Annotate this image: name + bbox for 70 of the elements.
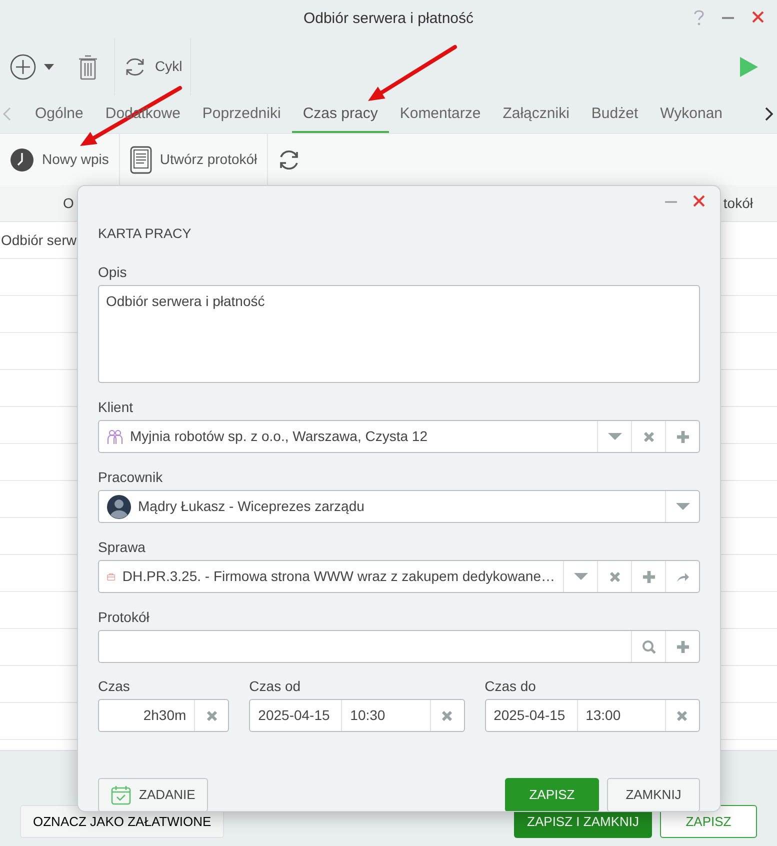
start-datetime-field[interactable]: 2025-04-15 10:30 [249, 699, 465, 732]
clock-icon [10, 148, 34, 172]
field-label: Opis [98, 263, 128, 281]
field-label: Sprawa [98, 538, 146, 556]
scroll-right-icon[interactable] [765, 107, 773, 121]
time-value: 13:00 [586, 706, 621, 725]
description-field[interactable]: Odbiór serwera i płatność [98, 285, 700, 383]
field-value: DH.PR.3.25. - Firmowa strona WWW wraz z zakupem dedykowane… [122, 567, 555, 586]
field-label: Pracownik [98, 468, 164, 486]
field-label: Czas od [249, 677, 302, 695]
trash-icon [78, 54, 98, 80]
field-value: Myjnia robotów sp. z o.o., Warszawa, Czysta 12 [130, 427, 428, 446]
dropdown-caret-icon[interactable] [572, 572, 588, 581]
caret-icon [44, 64, 54, 70]
play-icon [739, 56, 759, 78]
time-value: 10:30 [350, 706, 386, 725]
save-button[interactable]: ZAPISZ [505, 778, 599, 811]
add-icon[interactable] [676, 430, 690, 444]
add-icon[interactable] [642, 570, 656, 584]
cycle-button[interactable]: Cykl [115, 48, 190, 84]
field-label: Czas [98, 677, 131, 695]
run-button[interactable] [739, 56, 759, 78]
column-header: O [63, 194, 74, 212]
refresh-icon [278, 148, 300, 170]
field-label: Czas do [484, 677, 537, 695]
add-icon[interactable] [676, 640, 690, 654]
dropdown-caret-icon[interactable] [674, 502, 690, 511]
clear-icon[interactable] [608, 570, 620, 582]
add-menu-button[interactable] [10, 54, 54, 80]
clear-icon[interactable] [206, 710, 218, 722]
window-title: Odbiór serwera i płatność [303, 8, 474, 29]
field-label: Protokół [98, 608, 150, 626]
help-icon[interactable] [693, 8, 705, 26]
tab[interactable]: Poprzedniki [191, 95, 292, 133]
calendar-check-icon [111, 785, 131, 805]
client-select[interactable]: Myjnia robotów sp. z o.o., Warszawa, Czysta 12 [98, 420, 700, 453]
tab[interactable]: Budżet [580, 95, 650, 133]
field-value: Mądry Łukasz - Wiceprezes zarządu [138, 497, 364, 516]
scroll-left-icon[interactable] [3, 107, 11, 121]
case-select[interactable]: DH.PR.3.25. - Firmowa strona WWW wraz z zakupem dedykowane… [98, 560, 700, 593]
share-arrow-icon[interactable] [676, 570, 690, 582]
add-circle-icon [10, 54, 36, 80]
close-icon[interactable] [751, 10, 765, 24]
duration-field[interactable]: 2h30m [98, 699, 230, 732]
task-button[interactable]: ZADANIE [98, 778, 208, 811]
clear-icon[interactable] [441, 710, 454, 722]
tab[interactable]: Komentarze [388, 95, 492, 133]
date-value: 2025-04-15 [258, 706, 330, 725]
clear-icon[interactable] [676, 710, 688, 722]
employee-select[interactable]: Mądry Łukasz - Wiceprezes zarządu [98, 490, 700, 523]
protocol-field[interactable] [98, 630, 700, 663]
delete-button[interactable] [78, 54, 98, 80]
tab[interactable]: Wykonan [649, 95, 734, 133]
end-datetime-field[interactable]: 2025-04-15 13:00 [484, 699, 700, 732]
date-value: 2025-04-15 [494, 706, 566, 725]
table-cell-text: Odbiór serw [1, 230, 76, 250]
document-icon [130, 146, 152, 174]
close-icon[interactable] [693, 195, 705, 207]
tab[interactable]: Ogólne [24, 95, 94, 133]
search-icon[interactable] [642, 640, 656, 654]
close-button[interactable]: ZAMKNIJ [607, 778, 700, 811]
field-label: Klient [98, 398, 134, 416]
dropdown-caret-icon[interactable] [606, 432, 622, 441]
dialog-title: KARTA PRACY [98, 225, 192, 243]
people-icon [107, 428, 123, 444]
avatar-icon [107, 494, 131, 518]
column-header: tokół [723, 194, 753, 212]
field-value: 2h30m [143, 706, 186, 725]
tab[interactable]: Załączniki [492, 95, 580, 133]
clear-icon[interactable] [642, 430, 654, 442]
